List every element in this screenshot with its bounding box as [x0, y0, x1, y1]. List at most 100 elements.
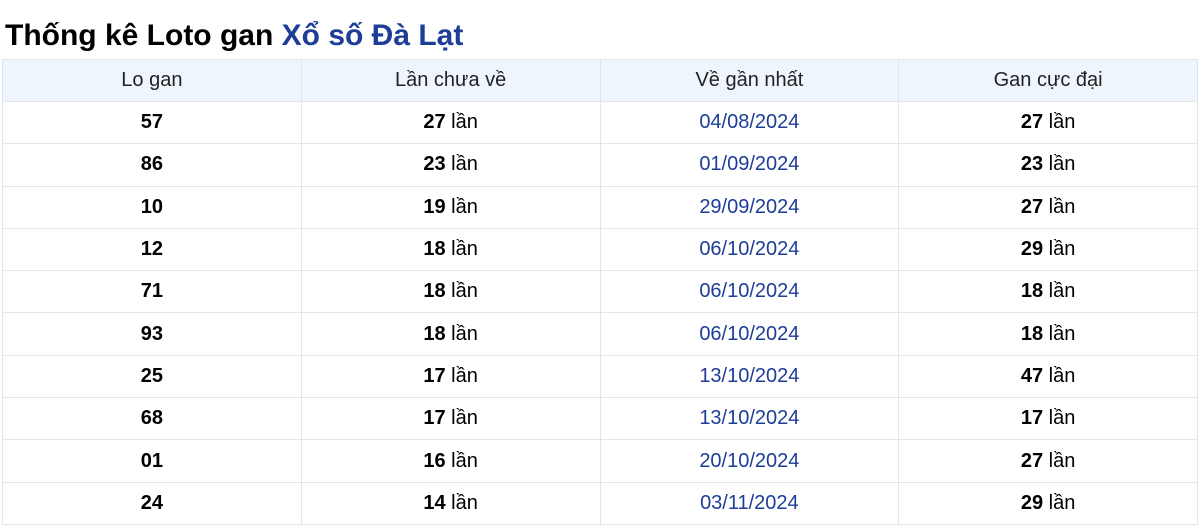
- last-date: 13/10/2024: [599, 354, 900, 399]
- table-row: 57 27 lần 04/08/2024 27 lần: [2, 100, 1198, 145]
- lo-number: 24: [2, 481, 302, 525]
- missed-count: 18: [423, 238, 446, 261]
- missed-count: 23: [423, 153, 446, 176]
- last-date: 04/08/2024: [599, 100, 900, 145]
- lo-number: 57: [2, 100, 302, 145]
- table-row: 25 17 lần 13/10/2024 47 lần: [2, 354, 1198, 399]
- last-date: 06/10/2024: [599, 227, 900, 272]
- count-unit: lần: [451, 364, 478, 387]
- count-unit: lần: [1048, 195, 1076, 218]
- last-date: 20/10/2024: [599, 439, 900, 483]
- max-gap-count: 29: [1020, 491, 1044, 514]
- count-unit: lần: [451, 280, 478, 303]
- count-unit: lần: [1048, 364, 1076, 387]
- lottery-link[interactable]: Xổ số Đà Lạt: [282, 19, 464, 52]
- count-unit: lần: [1048, 407, 1076, 430]
- max-gap-cell: 17 lần: [898, 397, 1198, 441]
- column-header-max-gap: Gan cực đại: [898, 59, 1198, 102]
- count-unit: lần: [1048, 111, 1076, 134]
- count-unit: lần: [1048, 153, 1076, 176]
- max-gap-count: 27: [1020, 449, 1044, 472]
- count-unit: lần: [451, 195, 478, 218]
- missed-count: 17: [423, 407, 446, 430]
- count-unit: lần: [451, 238, 478, 261]
- count-unit: lần: [451, 407, 478, 430]
- max-gap-count: 27: [1020, 111, 1044, 134]
- table-row: 01 16 lần 20/10/2024 27 lần: [2, 439, 1198, 483]
- missed-count: 18: [423, 280, 446, 303]
- count-unit: lần: [451, 491, 478, 514]
- missed-count-cell: 18 lần: [300, 312, 601, 356]
- missed-count-cell: 16 lần: [300, 439, 601, 483]
- count-unit: lần: [451, 322, 478, 345]
- max-gap-count: 18: [1020, 280, 1044, 303]
- max-gap-cell: 29 lần: [898, 481, 1198, 525]
- missed-count: 16: [423, 449, 446, 472]
- loto-gan-table: Lo gan Lần chưa về Về gần nhất Gan cực đ…: [2, 59, 1198, 525]
- missed-count: 14: [423, 491, 446, 514]
- lo-number: 71: [2, 270, 302, 314]
- table-row: 86 23 lần 01/09/2024 23 lần: [2, 143, 1198, 187]
- missed-count-cell: 18 lần: [300, 270, 601, 314]
- max-gap-cell: 47 lần: [898, 354, 1198, 399]
- count-unit: lần: [451, 153, 478, 176]
- column-header-missed: Lần chưa về: [300, 59, 601, 102]
- max-gap-count: 23: [1020, 153, 1044, 176]
- missed-count: 18: [423, 322, 446, 345]
- count-unit: lần: [1048, 322, 1076, 345]
- missed-count: 19: [423, 195, 446, 218]
- table-row: 12 18 lần 06/10/2024 29 lần: [2, 227, 1198, 272]
- max-gap-cell: 27 lần: [898, 439, 1198, 483]
- count-unit: lần: [1048, 280, 1076, 303]
- lo-number: 01: [2, 439, 302, 483]
- missed-count-cell: 23 lần: [300, 143, 601, 187]
- page-title-prefix: Thống kê Loto gan: [5, 19, 274, 52]
- max-gap-cell: 18 lần: [898, 270, 1198, 314]
- last-date: 06/10/2024: [599, 270, 900, 314]
- count-unit: lần: [1048, 449, 1076, 472]
- max-gap-count: 17: [1020, 407, 1044, 430]
- max-gap-count: 18: [1020, 322, 1044, 345]
- count-unit: lần: [451, 111, 478, 134]
- count-unit: lần: [1048, 491, 1076, 514]
- table-header-row: Lo gan Lần chưa về Về gần nhất Gan cực đ…: [2, 59, 1198, 102]
- max-gap-cell: 29 lần: [898, 227, 1198, 272]
- max-gap-cell: 23 lần: [898, 143, 1198, 187]
- table-body: 57 27 lần 04/08/2024 27 lần 86 23 lần 01/09/20…: [2, 100, 1198, 525]
- table-row: 71 18 lần 06/10/2024 18 lần: [2, 270, 1198, 314]
- max-gap-count: 29: [1020, 238, 1044, 261]
- missed-count: 27: [423, 111, 446, 134]
- missed-count-cell: 17 lần: [300, 354, 601, 399]
- missed-count-cell: 19 lần: [300, 185, 601, 229]
- lo-number: 93: [2, 312, 302, 356]
- lo-number: 25: [2, 354, 302, 399]
- table-row: 10 19 lần 29/09/2024 27 lần: [2, 185, 1198, 229]
- column-header-last-date: Về gần nhất: [599, 59, 900, 102]
- lo-number: 86: [2, 143, 302, 187]
- max-gap-cell: 18 lần: [898, 312, 1198, 356]
- table-row: 93 18 lần 06/10/2024 18 lần: [2, 312, 1198, 356]
- lo-number: 12: [2, 227, 302, 272]
- missed-count-cell: 17 lần: [300, 397, 601, 441]
- max-gap-count: 47: [1020, 364, 1044, 387]
- last-date: 03/11/2024: [599, 481, 900, 525]
- count-unit: lần: [451, 449, 478, 472]
- last-date: 06/10/2024: [599, 312, 900, 356]
- missed-count-cell: 27 lần: [300, 100, 601, 145]
- missed-count-cell: 14 lần: [300, 481, 601, 525]
- column-header-lo-gan: Lo gan: [2, 59, 302, 102]
- max-gap-cell: 27 lần: [898, 100, 1198, 145]
- last-date: 01/09/2024: [599, 143, 900, 187]
- table-row: 24 14 lần 03/11/2024 29 lần: [2, 481, 1198, 525]
- missed-count: 17: [423, 364, 446, 387]
- page-title: Thống kê Loto gan Xổ số Đà Lạt: [5, 16, 463, 56]
- table-row: 68 17 lần 13/10/2024 17 lần: [2, 397, 1198, 441]
- missed-count-cell: 18 lần: [300, 227, 601, 272]
- last-date: 29/09/2024: [599, 185, 900, 229]
- max-gap-cell: 27 lần: [898, 185, 1198, 229]
- max-gap-count: 27: [1020, 195, 1044, 218]
- count-unit: lần: [1048, 238, 1076, 261]
- lo-number: 10: [2, 185, 302, 229]
- last-date: 13/10/2024: [599, 397, 900, 441]
- lo-number: 68: [2, 397, 302, 441]
